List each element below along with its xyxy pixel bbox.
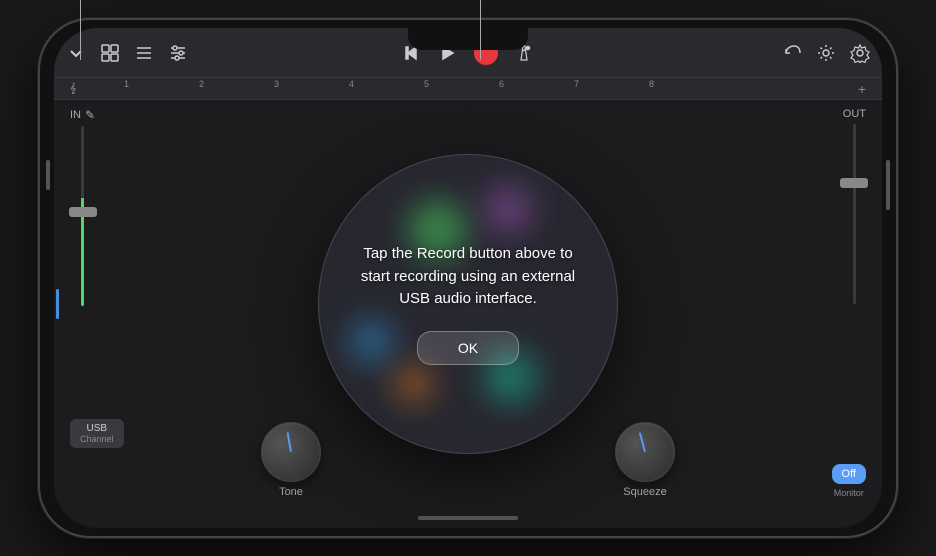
ruler-mark-6: 6 bbox=[499, 79, 504, 89]
dialog-overlay: Tap the Record button above to start rec… bbox=[54, 100, 882, 508]
ruler-mark-1: 1 bbox=[124, 79, 129, 89]
dialog-message: Tap the Record button above to start rec… bbox=[349, 243, 587, 311]
ruler-add-button[interactable]: + bbox=[858, 81, 866, 97]
toolbar-right-group bbox=[602, 43, 870, 63]
ruler-mark-4: 4 bbox=[349, 79, 354, 89]
power-button[interactable] bbox=[886, 160, 890, 210]
dropdown-icon[interactable] bbox=[66, 43, 86, 63]
orb-blue bbox=[349, 319, 394, 364]
main-content: IN ✎ OUT USB bbox=[54, 100, 882, 508]
ruler-mark-7: 7 bbox=[574, 79, 579, 89]
volume-button[interactable] bbox=[46, 160, 50, 190]
ruler-mark-2: 2 bbox=[199, 79, 204, 89]
ruler-mark-5: 5 bbox=[424, 79, 429, 89]
orb-purple bbox=[483, 185, 533, 235]
grid-icon[interactable] bbox=[100, 43, 120, 63]
orb-orange bbox=[394, 364, 434, 404]
screen: 𝄞 1 2 3 4 5 6 7 8 + IN ✎ bbox=[54, 28, 882, 528]
ruler-start: 𝄞 bbox=[70, 83, 76, 94]
list-icon[interactable] bbox=[134, 43, 154, 63]
ruler-mark-8: 8 bbox=[649, 79, 654, 89]
settings-icon[interactable] bbox=[850, 43, 870, 63]
home-indicator bbox=[54, 508, 882, 528]
phone-frame: 𝄞 1 2 3 4 5 6 7 8 + IN ✎ bbox=[38, 18, 898, 538]
ruler: 𝄞 1 2 3 4 5 6 7 8 + bbox=[54, 78, 882, 100]
brightness-icon[interactable] bbox=[816, 43, 836, 63]
undo-icon[interactable] bbox=[782, 43, 802, 63]
annotation-line-left bbox=[80, 0, 81, 60]
ruler-mark-3: 3 bbox=[274, 79, 279, 89]
annotation-line-center bbox=[480, 0, 481, 60]
home-bar bbox=[418, 516, 518, 520]
notch bbox=[408, 28, 528, 50]
dialog-ok-button[interactable]: OK bbox=[417, 331, 519, 365]
sliders-icon[interactable] bbox=[168, 43, 188, 63]
dialog-circle: Tap the Record button above to start rec… bbox=[318, 154, 618, 454]
toolbar-left-group bbox=[66, 43, 334, 63]
